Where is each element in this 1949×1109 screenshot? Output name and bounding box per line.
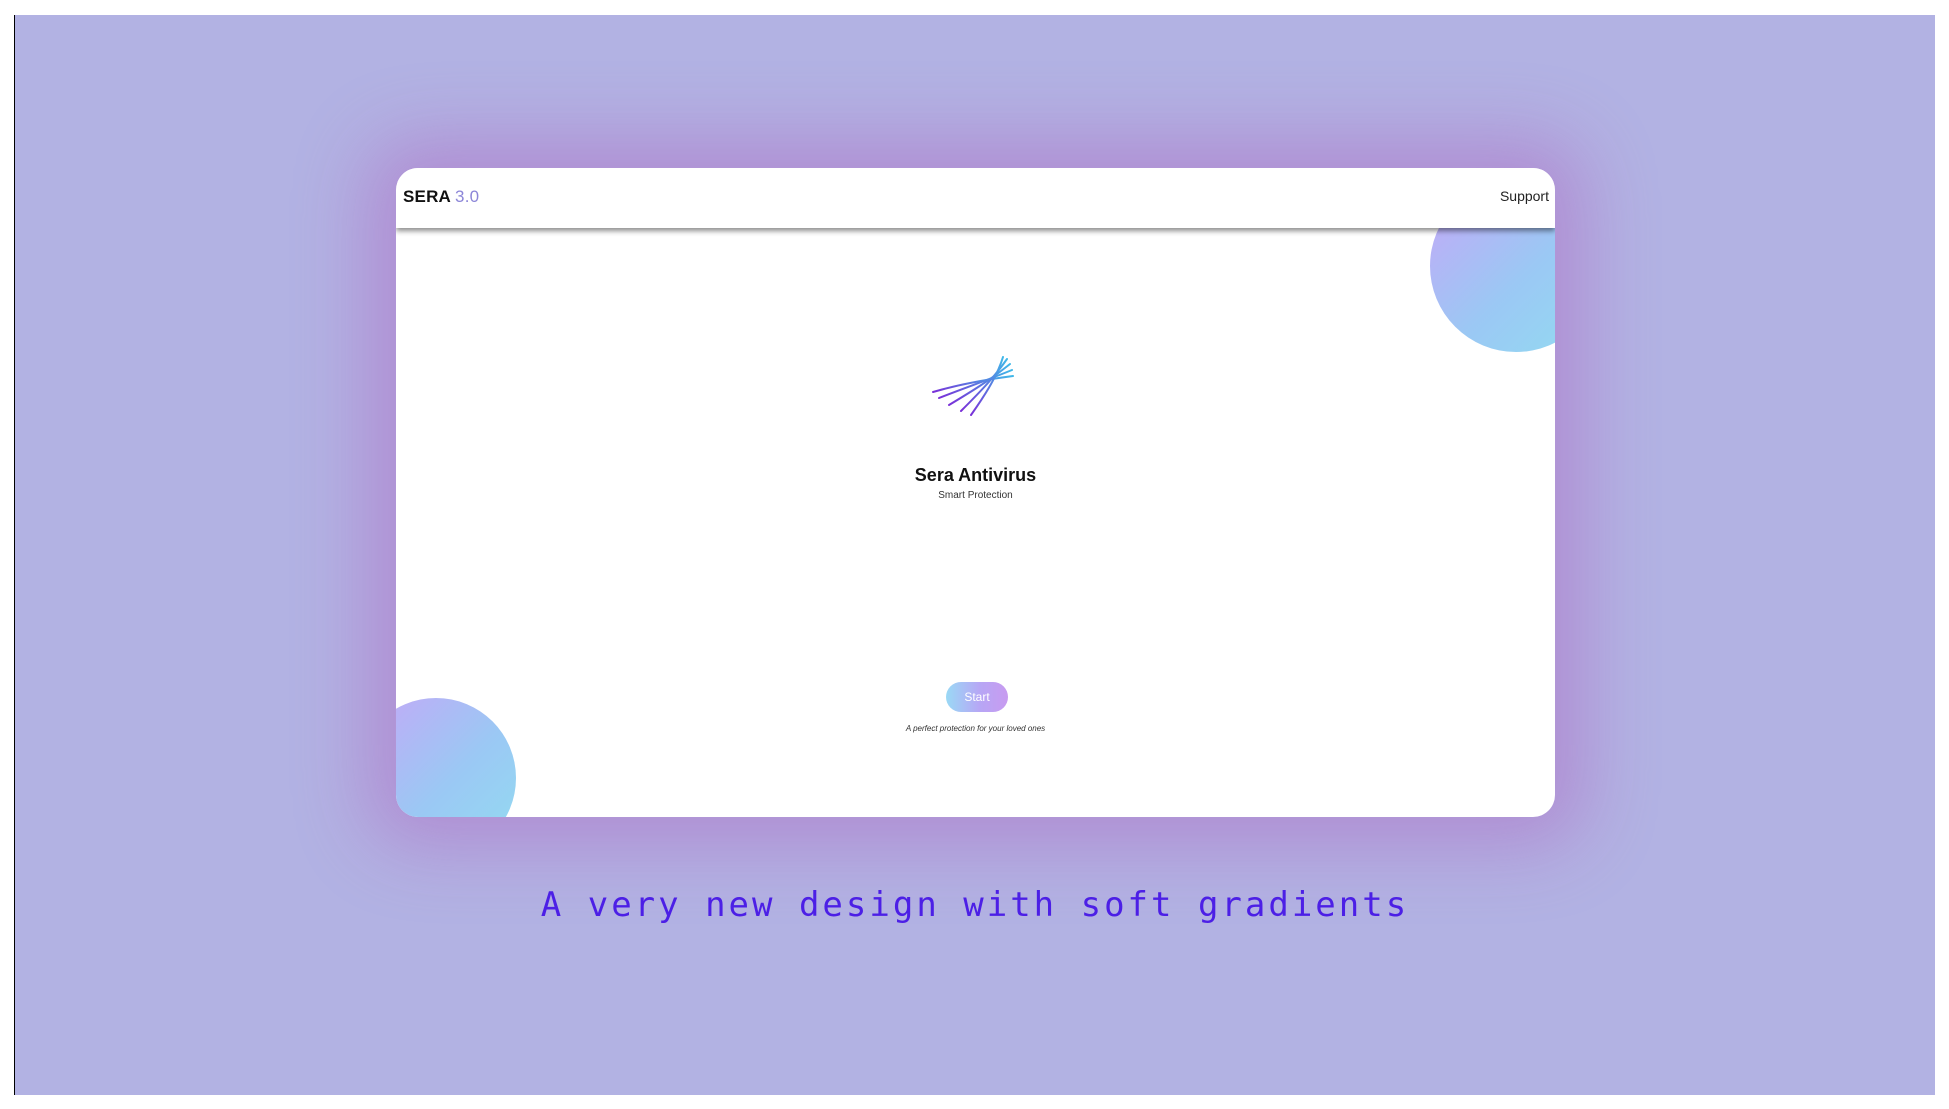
support-link[interactable]: Support	[1500, 188, 1549, 204]
app-window: SERA 3.0 Support Sera Antivirus Smart Pro…	[396, 168, 1555, 817]
sera-logo-icon	[932, 356, 1014, 416]
brand-version: 3.0	[455, 187, 480, 206]
presentation-stage: SERA 3.0 Support Sera Antivirus Smart Pro…	[15, 15, 1935, 1095]
app-header: SERA 3.0 Support	[396, 168, 1555, 228]
brand-name: SERA	[403, 187, 452, 206]
decorative-gradient-circle-bottom	[396, 698, 516, 817]
brand-title: SERA 3.0	[403, 187, 479, 207]
start-button[interactable]: Start	[946, 682, 1008, 712]
tagline: A perfect protection for your loved ones	[905, 724, 1046, 733]
product-title: Sera Antivirus	[914, 465, 1037, 485]
presentation-caption: A very new design with soft gradients	[540, 885, 1410, 925]
product-subtitle: Smart Protection	[938, 490, 1013, 501]
